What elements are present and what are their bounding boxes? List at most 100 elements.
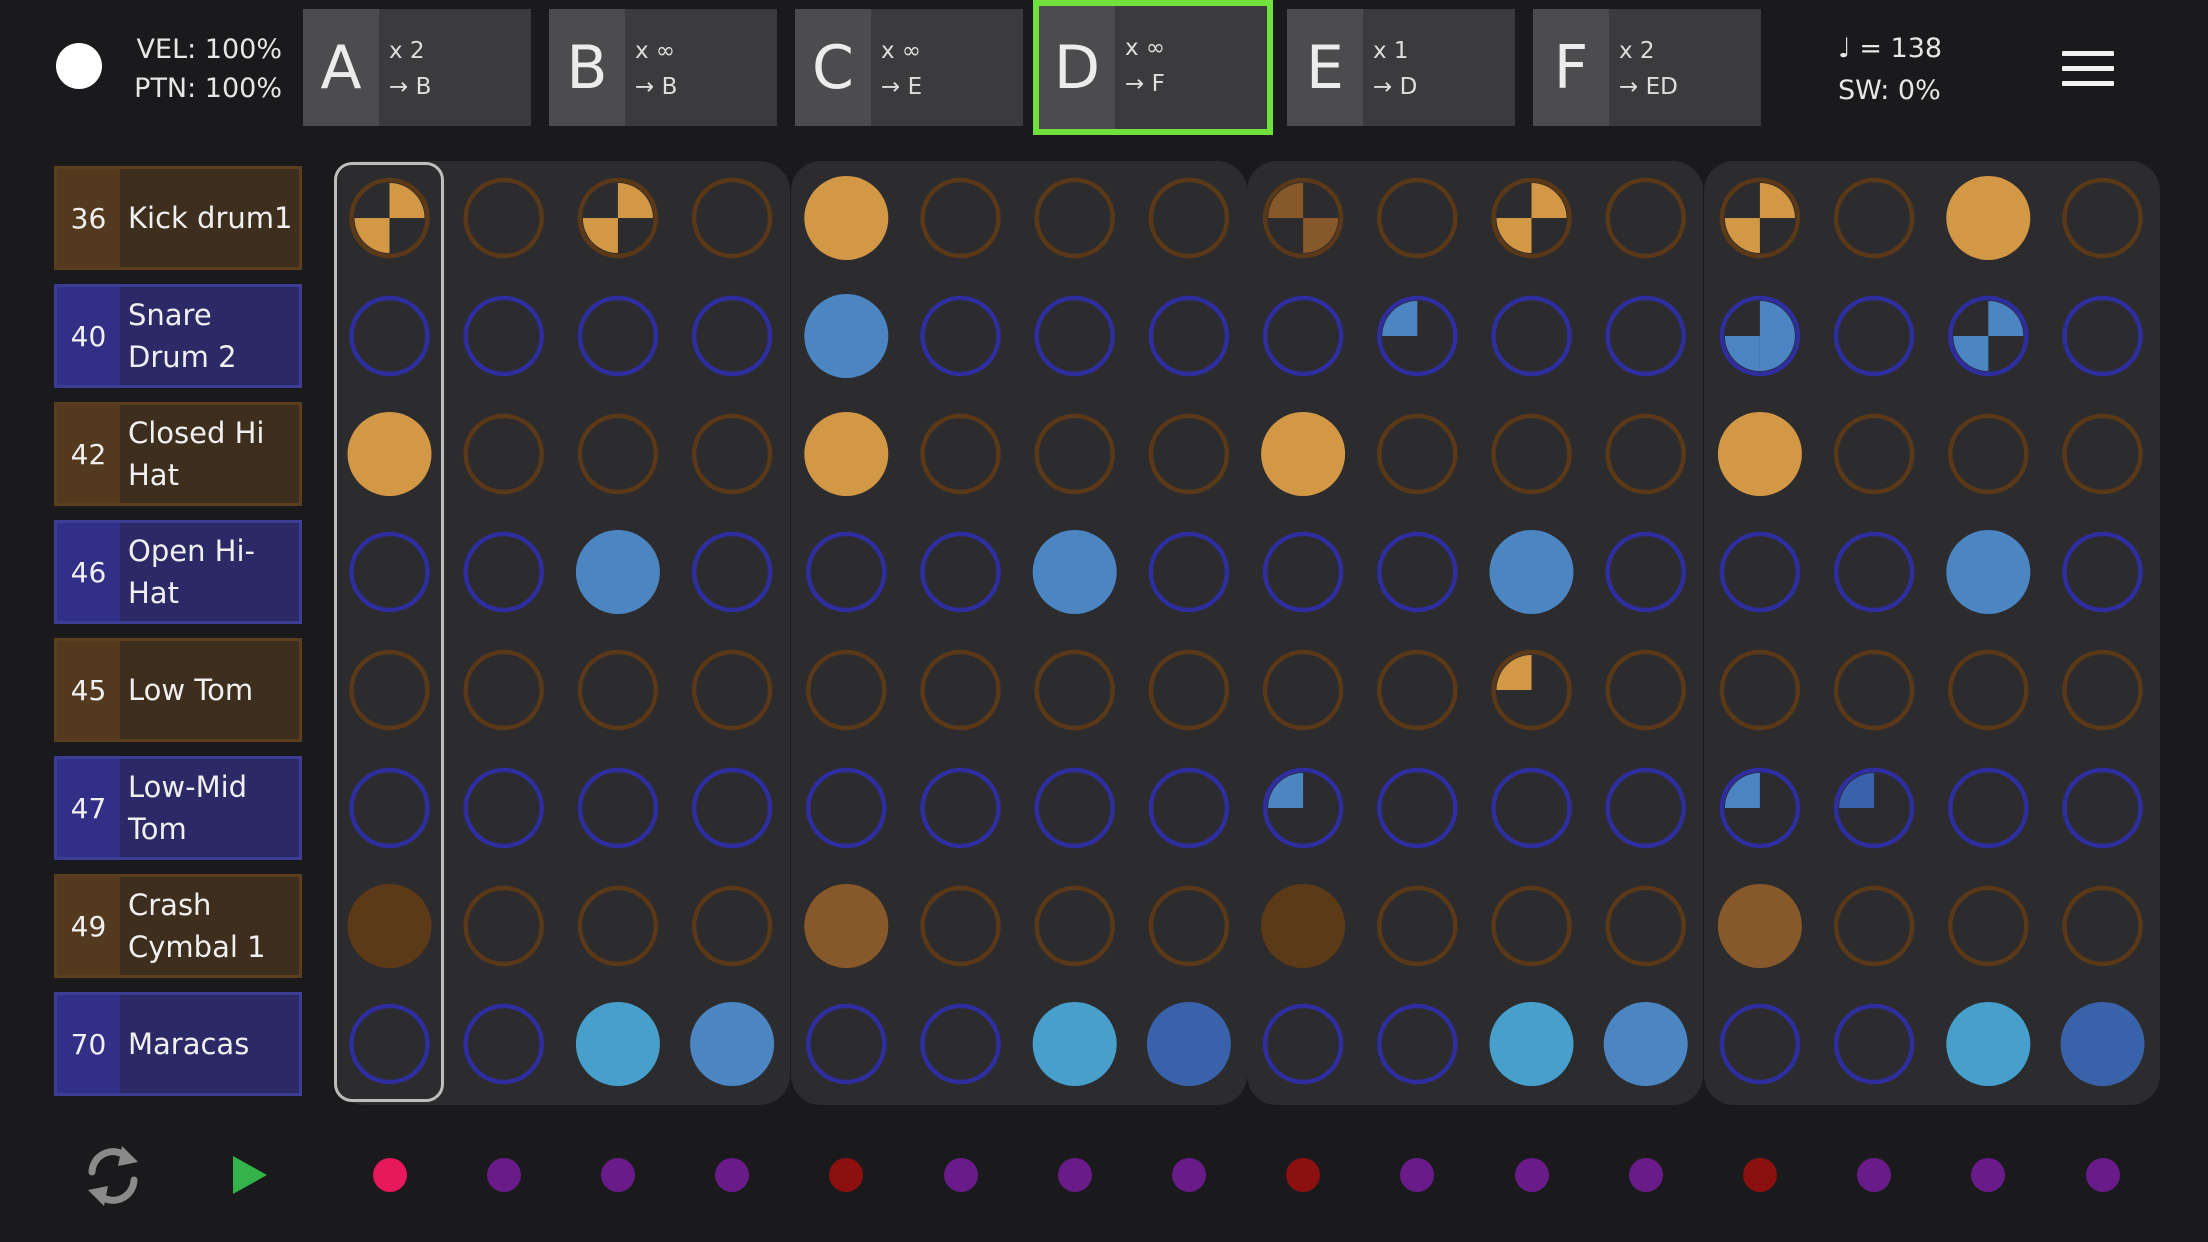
step-cell[interactable] <box>1034 413 1115 495</box>
step-cell[interactable] <box>1948 649 2029 731</box>
step-cell[interactable] <box>1948 413 2029 495</box>
step-cell[interactable] <box>920 413 1001 495</box>
step-cell[interactable] <box>1377 1003 1458 1085</box>
step-cell[interactable] <box>1491 177 1572 259</box>
step-cell[interactable] <box>1833 531 1915 613</box>
step-cell[interactable] <box>1948 295 2029 377</box>
step-cell[interactable] <box>1034 649 1115 731</box>
step-cell[interactable] <box>463 649 544 731</box>
step-cell[interactable] <box>690 1002 775 1086</box>
step-cell[interactable] <box>1833 295 1915 377</box>
step-cell[interactable] <box>1148 295 1230 377</box>
step-cell[interactable] <box>920 767 1001 849</box>
step-cell[interactable] <box>1833 767 1915 849</box>
step-cell[interactable] <box>347 884 432 968</box>
step-cell[interactable] <box>349 767 430 849</box>
step-cell[interactable] <box>920 531 1001 613</box>
step-cell[interactable] <box>1489 1002 1574 1086</box>
step-cell[interactable] <box>1605 767 1686 849</box>
step-cell[interactable] <box>1491 413 1572 495</box>
step-cell[interactable] <box>2062 413 2143 495</box>
step-cell[interactable] <box>575 530 660 614</box>
step-cell[interactable] <box>1032 530 1117 614</box>
step-cell[interactable] <box>691 413 773 495</box>
step-cell[interactable] <box>1491 885 1572 967</box>
step-cell[interactable] <box>691 177 773 259</box>
step-cell[interactable] <box>2062 649 2143 731</box>
step-cell[interactable] <box>1034 767 1115 849</box>
step-cell[interactable] <box>463 177 544 259</box>
step-cell[interactable] <box>2062 531 2143 613</box>
step-cell[interactable] <box>1491 767 1572 849</box>
step-cell[interactable] <box>806 531 887 613</box>
step-cell[interactable] <box>804 294 889 378</box>
step-cell[interactable] <box>1605 295 1686 377</box>
step-cell[interactable] <box>1377 413 1458 495</box>
step-cell[interactable] <box>463 531 544 613</box>
step-cell[interactable] <box>347 412 432 496</box>
step-cell[interactable] <box>1148 531 1230 613</box>
step-cell[interactable] <box>1377 649 1458 731</box>
step-cell[interactable] <box>1719 767 1801 849</box>
step-cell[interactable] <box>1377 767 1458 849</box>
step-cell[interactable] <box>2062 885 2143 967</box>
step-cell[interactable] <box>1948 767 2029 849</box>
step-cell[interactable] <box>1605 649 1686 731</box>
step-cell[interactable] <box>1719 295 1801 377</box>
step-cell[interactable] <box>1719 177 1801 259</box>
step-cell[interactable] <box>1032 1002 1117 1086</box>
step-cell[interactable] <box>575 1002 660 1086</box>
step-cell[interactable] <box>1833 649 1915 731</box>
step-cell[interactable] <box>1262 177 1344 259</box>
step-cell[interactable] <box>1262 295 1344 377</box>
step-cell[interactable] <box>1262 1003 1344 1085</box>
step-cell[interactable] <box>577 413 659 495</box>
step-cell[interactable] <box>1833 885 1915 967</box>
step-cell[interactable] <box>691 649 773 731</box>
step-cell[interactable] <box>1833 413 1915 495</box>
step-cell[interactable] <box>1491 295 1572 377</box>
step-cell[interactable] <box>1262 649 1344 731</box>
step-cell[interactable] <box>1377 531 1458 613</box>
step-cell[interactable] <box>1491 649 1572 731</box>
step-cell[interactable] <box>1605 885 1686 967</box>
step-cell[interactable] <box>1377 885 1458 967</box>
step-cell[interactable] <box>1148 649 1230 731</box>
step-cell[interactable] <box>349 531 430 613</box>
step-cell[interactable] <box>1034 885 1115 967</box>
play-icon[interactable] <box>232 1155 268 1195</box>
step-cell[interactable] <box>1261 884 1346 968</box>
step-cell[interactable] <box>1148 413 1230 495</box>
step-cell[interactable] <box>1719 531 1801 613</box>
step-cell[interactable] <box>1833 1003 1915 1085</box>
step-cell[interactable] <box>1946 530 2031 614</box>
step-cell[interactable] <box>691 767 773 849</box>
step-cell[interactable] <box>2062 767 2143 849</box>
step-cell[interactable] <box>1148 177 1230 259</box>
step-cell[interactable] <box>1262 531 1344 613</box>
step-cell[interactable] <box>1148 885 1230 967</box>
step-cell[interactable] <box>1605 177 1686 259</box>
step-cell[interactable] <box>691 885 773 967</box>
step-cell[interactable] <box>1833 177 1915 259</box>
step-cell[interactable] <box>577 767 659 849</box>
step-cell[interactable] <box>804 884 889 968</box>
step-cell[interactable] <box>349 295 430 377</box>
step-cell[interactable] <box>691 531 773 613</box>
step-cell[interactable] <box>920 295 1001 377</box>
step-cell[interactable] <box>806 1003 887 1085</box>
step-cell[interactable] <box>463 1003 544 1085</box>
step-cell[interactable] <box>1489 530 1574 614</box>
step-cell[interactable] <box>577 885 659 967</box>
step-cell[interactable] <box>920 649 1001 731</box>
step-cell[interactable] <box>806 767 887 849</box>
step-cell[interactable] <box>691 295 773 377</box>
step-cell[interactable] <box>1946 1002 2031 1086</box>
step-cell[interactable] <box>463 295 544 377</box>
step-cell[interactable] <box>920 885 1001 967</box>
step-cell[interactable] <box>577 177 659 259</box>
step-cell[interactable] <box>1261 412 1346 496</box>
step-cell[interactable] <box>1377 177 1458 259</box>
step-cell[interactable] <box>2060 1002 2145 1086</box>
step-cell[interactable] <box>349 1003 430 1085</box>
